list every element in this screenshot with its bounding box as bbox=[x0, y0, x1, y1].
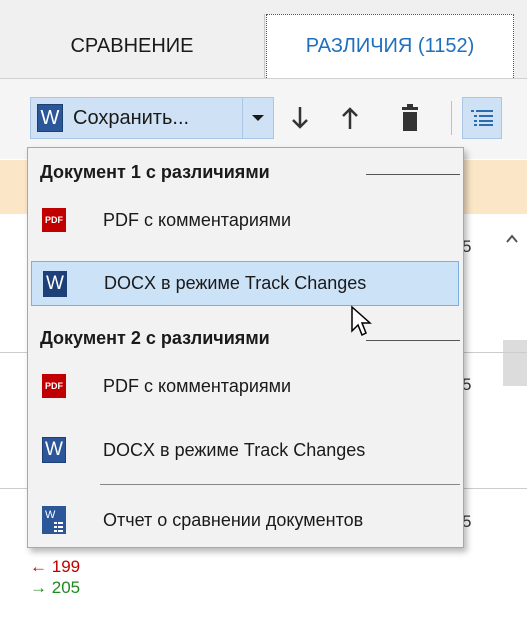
menu-item-label: PDF с комментариями bbox=[103, 210, 292, 230]
menu-item-label: DOCX в режиме Track Changes bbox=[103, 440, 366, 460]
scroll-up-icon[interactable] bbox=[505, 232, 519, 246]
trash-icon bbox=[402, 104, 418, 131]
tab-bar: СРАВНЕНИЕ РАЗЛИЧИЯ (1152) bbox=[0, 0, 527, 79]
menu-item-label: Отчет о сравнении документов bbox=[103, 510, 364, 530]
menu-item-doc1-docx[interactable]: W DOCX в режиме Track Changes bbox=[31, 261, 459, 306]
svg-text:W: W bbox=[45, 509, 56, 521]
toolbar-separator bbox=[451, 101, 452, 135]
word-icon: W bbox=[42, 271, 68, 297]
word-report-icon: W bbox=[41, 506, 67, 534]
pdf-icon: PDF bbox=[41, 207, 67, 233]
menu-separator bbox=[100, 484, 460, 485]
header-divider bbox=[366, 340, 460, 341]
word-icon: W bbox=[41, 437, 67, 463]
tab-differences[interactable]: РАЗЛИЧИЯ (1152) bbox=[266, 14, 514, 78]
menu-item-comparison-report[interactable]: W Отчет о сравнении документов bbox=[31, 498, 459, 543]
list-view-icon bbox=[471, 110, 493, 126]
menu-item-doc2-docx[interactable]: W DOCX в режиме Track Changes bbox=[31, 428, 459, 473]
menu-item-label: PDF с комментариями bbox=[103, 376, 292, 396]
arrow-down-icon bbox=[292, 107, 308, 129]
menu-item-doc1-pdf[interactable]: PDF PDF с комментариями bbox=[31, 198, 459, 243]
previous-difference-button[interactable] bbox=[333, 101, 367, 135]
removed-count: ← 199 bbox=[30, 557, 81, 576]
menu-group-header-document-2: Документ 2 с различиями bbox=[40, 328, 270, 348]
difference-list-area bbox=[470, 214, 527, 620]
scrollbar-thumb[interactable] bbox=[503, 340, 527, 386]
mouse-cursor-icon bbox=[351, 305, 372, 337]
menu-group-header-document-1: Документ 1 с различиями bbox=[40, 162, 270, 182]
word-icon: W bbox=[37, 104, 63, 132]
save-dropdown-menu: Документ 1 с различиями PDF PDF с коммен… bbox=[27, 147, 464, 548]
arrow-up-icon bbox=[342, 107, 358, 129]
header-divider bbox=[366, 174, 460, 175]
menu-item-doc2-pdf[interactable]: PDF PDF с комментариями bbox=[31, 364, 459, 409]
save-dropdown-toggle[interactable] bbox=[242, 98, 273, 138]
pdf-icon: PDF bbox=[41, 373, 67, 399]
delete-button[interactable] bbox=[393, 101, 427, 135]
save-button-label: Сохранить... bbox=[73, 106, 190, 129]
tab-comparison[interactable]: СРАВНЕНИЕ bbox=[0, 14, 265, 78]
save-split-button[interactable]: W Сохранить... bbox=[30, 97, 274, 139]
next-difference-button[interactable] bbox=[283, 101, 317, 135]
diff-counts: ← 199 → 205 bbox=[30, 556, 80, 598]
chevron-down-icon bbox=[252, 115, 264, 121]
menu-item-label: DOCX в режиме Track Changes bbox=[104, 273, 367, 293]
list-view-button[interactable] bbox=[462, 97, 502, 139]
added-count: → 205 bbox=[30, 578, 81, 597]
